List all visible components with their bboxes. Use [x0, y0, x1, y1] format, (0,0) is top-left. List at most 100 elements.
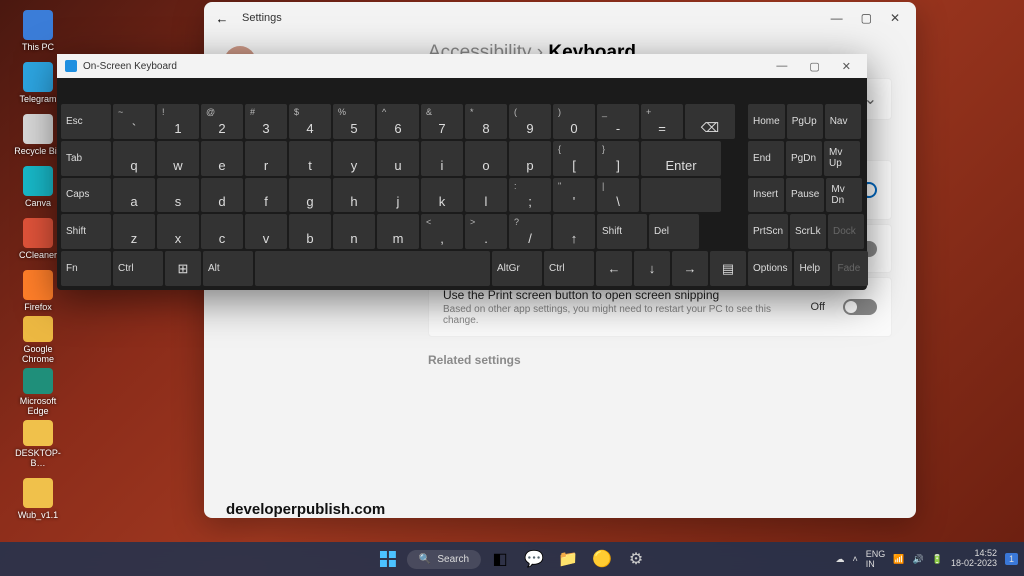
key-alt[interactable]: Alt	[203, 251, 253, 286]
minimize-button[interactable]: —	[831, 11, 843, 25]
key-enter[interactable]: Enter	[641, 141, 721, 176]
key-c[interactable]: c	[201, 214, 243, 249]
key-dock[interactable]: Dock	[828, 214, 864, 249]
key-pgdn[interactable]: PgDn	[786, 141, 822, 176]
key-7[interactable]: &7	[421, 104, 463, 139]
key-space[interactable]	[255, 251, 490, 286]
osk-maximize-button[interactable]: ▢	[809, 60, 819, 73]
key-e[interactable]: e	[201, 141, 243, 176]
key-i[interactable]: i	[421, 141, 463, 176]
key-.[interactable]: >.	[465, 214, 507, 249]
tray-clock[interactable]: 14:5218-02-2023	[951, 549, 997, 569]
desktop-icon-wub_v1-1[interactable]: Wub_v1.1	[8, 472, 68, 520]
key-fn[interactable]: Fn	[61, 251, 111, 286]
key-mvup[interactable]: Mv Up	[824, 141, 860, 176]
key-\[interactable]: |\	[597, 178, 639, 213]
key-h[interactable]: h	[333, 178, 375, 213]
key-insert[interactable]: Insert	[748, 178, 784, 213]
key-▤[interactable]: ▤	[710, 251, 746, 286]
key-home[interactable]: Home	[748, 104, 785, 139]
desktop-icon-this-pc[interactable]: This PC	[8, 4, 68, 52]
key-0[interactable]: )0	[553, 104, 595, 139]
key-l[interactable]: l	[465, 178, 507, 213]
key-t[interactable]: t	[289, 141, 331, 176]
key-prtscn[interactable]: PrtScn	[748, 214, 788, 249]
key-n[interactable]: n	[333, 214, 375, 249]
key-⌫[interactable]: ⌫	[685, 104, 735, 139]
key-9[interactable]: (9	[509, 104, 551, 139]
key-del[interactable]: Del	[649, 214, 699, 249]
task-view-button[interactable]: ◧	[485, 544, 515, 574]
key-w[interactable]: w	[157, 141, 199, 176]
key-;[interactable]: :;	[509, 178, 551, 213]
key-scrlk[interactable]: ScrLk	[790, 214, 826, 249]
key-4[interactable]: $4	[289, 104, 331, 139]
close-button[interactable]: ✕	[890, 11, 900, 25]
key-r[interactable]: r	[245, 141, 287, 176]
key-space[interactable]	[641, 178, 721, 213]
tray-onedrive-icon[interactable]: ☁	[836, 554, 845, 565]
key-caps[interactable]: Caps	[61, 178, 111, 213]
key-nav[interactable]: Nav	[825, 104, 861, 139]
key-=[interactable]: +=	[641, 104, 683, 139]
key-a[interactable]: a	[113, 178, 155, 213]
key-u[interactable]: u	[377, 141, 419, 176]
key-shift[interactable]: Shift	[61, 214, 111, 249]
key-s[interactable]: s	[157, 178, 199, 213]
key-d[interactable]: d	[201, 178, 243, 213]
taskbar-app-chrome[interactable]: 🟡	[587, 544, 617, 574]
key-ctrl[interactable]: Ctrl	[544, 251, 594, 286]
key-2[interactable]: @2	[201, 104, 243, 139]
desktop-icon-desktop-b-[interactable]: DESKTOP-B…	[8, 420, 68, 468]
maximize-button[interactable]: ▢	[861, 11, 872, 25]
key-m[interactable]: m	[377, 214, 419, 249]
back-button[interactable]: ←	[212, 11, 232, 26]
key-k[interactable]: k	[421, 178, 463, 213]
tray-wifi-icon[interactable]: 📶	[893, 554, 904, 565]
tray-chevron-icon[interactable]: ˄	[853, 554, 858, 564]
key-mvdn[interactable]: Mv Dn	[826, 178, 862, 213]
key-p[interactable]: p	[509, 141, 551, 176]
key-y[interactable]: y	[333, 141, 375, 176]
taskbar-app-settings[interactable]: ⚙	[621, 544, 651, 574]
key-v[interactable]: v	[245, 214, 287, 249]
toggle-switch[interactable]	[843, 299, 877, 315]
key-[[interactable]: {[	[553, 141, 595, 176]
key-j[interactable]: j	[377, 178, 419, 213]
desktop-icon-google-chrome[interactable]: Google Chrome	[8, 316, 68, 364]
key-options[interactable]: Options	[748, 251, 792, 286]
taskbar-app-chat[interactable]: 💬	[519, 544, 549, 574]
tray-battery-icon[interactable]: 🔋	[932, 554, 943, 565]
taskbar-app-explorer[interactable]: 📁	[553, 544, 583, 574]
tray-notification-badge[interactable]: 1	[1005, 553, 1018, 565]
key-esc[interactable]: Esc	[61, 104, 111, 139]
key-8[interactable]: *8	[465, 104, 507, 139]
key-1[interactable]: !1	[157, 104, 199, 139]
key-q[interactable]: q	[113, 141, 155, 176]
key-pgup[interactable]: PgUp	[787, 104, 823, 139]
key-g[interactable]: g	[289, 178, 331, 213]
key-b[interactable]: b	[289, 214, 331, 249]
key-z[interactable]: z	[113, 214, 155, 249]
key-end[interactable]: End	[748, 141, 784, 176]
key-5[interactable]: %5	[333, 104, 375, 139]
key-'[interactable]: "'	[553, 178, 595, 213]
osk-close-button[interactable]: ✕	[842, 60, 851, 73]
system-tray[interactable]: ☁ ˄ ENGIN 📶 🔊 🔋 14:5218-02-2023 1	[836, 549, 1019, 569]
key-shift[interactable]: Shift	[597, 214, 647, 249]
key-ctrl[interactable]: Ctrl	[113, 251, 163, 286]
key-↓[interactable]: ↓	[634, 251, 670, 286]
key-o[interactable]: o	[465, 141, 507, 176]
desktop-icon-microsoft-edge[interactable]: Microsoft Edge	[8, 368, 68, 416]
key-help[interactable]: Help	[794, 251, 830, 286]
key-][interactable]: }]	[597, 141, 639, 176]
key-6[interactable]: ^6	[377, 104, 419, 139]
key-pause[interactable]: Pause	[786, 178, 824, 213]
key-←[interactable]: ←	[596, 251, 632, 286]
tray-volume-icon[interactable]: 🔊	[913, 554, 924, 565]
key-f[interactable]: f	[245, 178, 287, 213]
key-→[interactable]: →	[672, 251, 708, 286]
osk-minimize-button[interactable]: —	[776, 60, 787, 73]
key-`[interactable]: ~`	[113, 104, 155, 139]
key--[interactable]: _-	[597, 104, 639, 139]
